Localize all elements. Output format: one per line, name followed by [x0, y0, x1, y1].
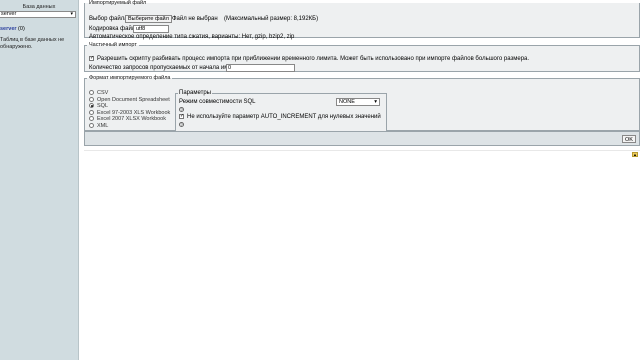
format-label-ods: Open Document Spreadsheet	[97, 96, 170, 103]
format-options: CSV Open Document Spreadsheet SQL Excel …	[89, 90, 170, 129]
allow-interrupt-row[interactable]: ✓ Разрешить скрипту разбивать процесс имп…	[89, 56, 529, 62]
skip-queries-input[interactable]: 0	[226, 64, 295, 72]
radio-csv[interactable]	[89, 90, 94, 96]
partial-import-legend: Частичный импорт	[89, 42, 137, 48]
database-select-value: server	[1, 11, 17, 17]
server-count: (0)	[16, 26, 25, 32]
no-file-text: Файл не выбран	[172, 16, 218, 22]
params-box: Параметры Режим совместимости SQL NONE ▾…	[175, 90, 387, 133]
left-panel: База данных server ▾ server (0) Таблиц в…	[0, 0, 79, 360]
scroll-top-icon[interactable]: ▲	[632, 152, 638, 157]
format-label-xls: Excel 97-2003 XLS Workbook	[97, 109, 171, 116]
import-file-legend: Импортируемый файл	[89, 0, 147, 6]
radio-xlsx[interactable]	[89, 116, 94, 122]
encoding-select[interactable]: utf8	[133, 25, 169, 33]
chevron-down-icon: ▾	[374, 99, 377, 105]
skip-queries-value: 0	[228, 65, 232, 71]
radio-sql[interactable]	[89, 103, 94, 109]
auto-increment-help-icon[interactable]: ?	[179, 122, 184, 128]
divider	[84, 150, 640, 151]
radio-ods[interactable]	[89, 96, 94, 102]
no-auto-increment-checkbox[interactable]: ✓	[179, 114, 184, 119]
main-content: Импортируемый файл Выбор файла Выберите …	[84, 0, 640, 360]
format-label-csv: CSV	[97, 90, 109, 96]
ok-button[interactable]: OK	[622, 135, 636, 143]
compat-mode-value: NONE	[339, 99, 355, 105]
footer-bar: OK	[84, 131, 640, 146]
choose-file-label: Выбор файла	[89, 16, 128, 22]
import-file-section: Импортируемый файл Выбор файла Выберите …	[84, 0, 640, 40]
format-option-xml[interactable]: XML	[89, 123, 170, 130]
no-tables-note: Таблиц в базе данных не обнаружено.	[0, 37, 65, 50]
radio-xls[interactable]	[89, 109, 94, 115]
params-legend: Параметры	[178, 90, 212, 96]
allow-interrupt-checkbox[interactable]: ✓	[89, 56, 94, 61]
server-entry[interactable]: server (0)	[0, 26, 25, 32]
compression-note: Автоматическое определение типа сжатия, …	[89, 34, 295, 40]
format-legend: Формат импортируемого файла	[89, 75, 171, 81]
format-label-xml: XML	[97, 122, 109, 129]
choose-file-button[interactable]: Выберите файл	[125, 15, 172, 23]
max-size-text: (Максимальный размер: 8,192КБ)	[224, 16, 319, 22]
chevron-down-icon: ▾	[70, 11, 73, 17]
format-label-sql: SQL	[97, 103, 109, 109]
format-label-xlsx: Excel 2007 XLSX Workbook	[97, 116, 166, 122]
server-name[interactable]: server	[0, 26, 17, 32]
partial-import-section: Частичный импорт ✓ Разрешить скрипту разб…	[84, 42, 640, 72]
compat-mode-label: Режим совместимости SQL	[179, 99, 256, 105]
database-select[interactable]: server ▾	[0, 11, 76, 18]
database-label: База данных	[22, 4, 56, 10]
no-auto-increment-label: Не используйте параметр AUTO_INCREMENT д…	[187, 114, 381, 121]
compat-mode-select[interactable]: NONE ▾	[336, 98, 380, 106]
allow-interrupt-label: Разрешить скрипту разбивать процесс импо…	[97, 56, 530, 63]
no-auto-increment-row[interactable]: ✓ Не используйте параметр AUTO_INCREMENT …	[179, 114, 381, 120]
encoding-value: utf8	[136, 26, 146, 32]
skip-queries-label: Количество запросов пропускаемых от нача…	[89, 65, 245, 71]
radio-xml[interactable]	[89, 122, 94, 128]
format-section: Формат импортируемого файла CSV Open Doc…	[84, 75, 640, 133]
